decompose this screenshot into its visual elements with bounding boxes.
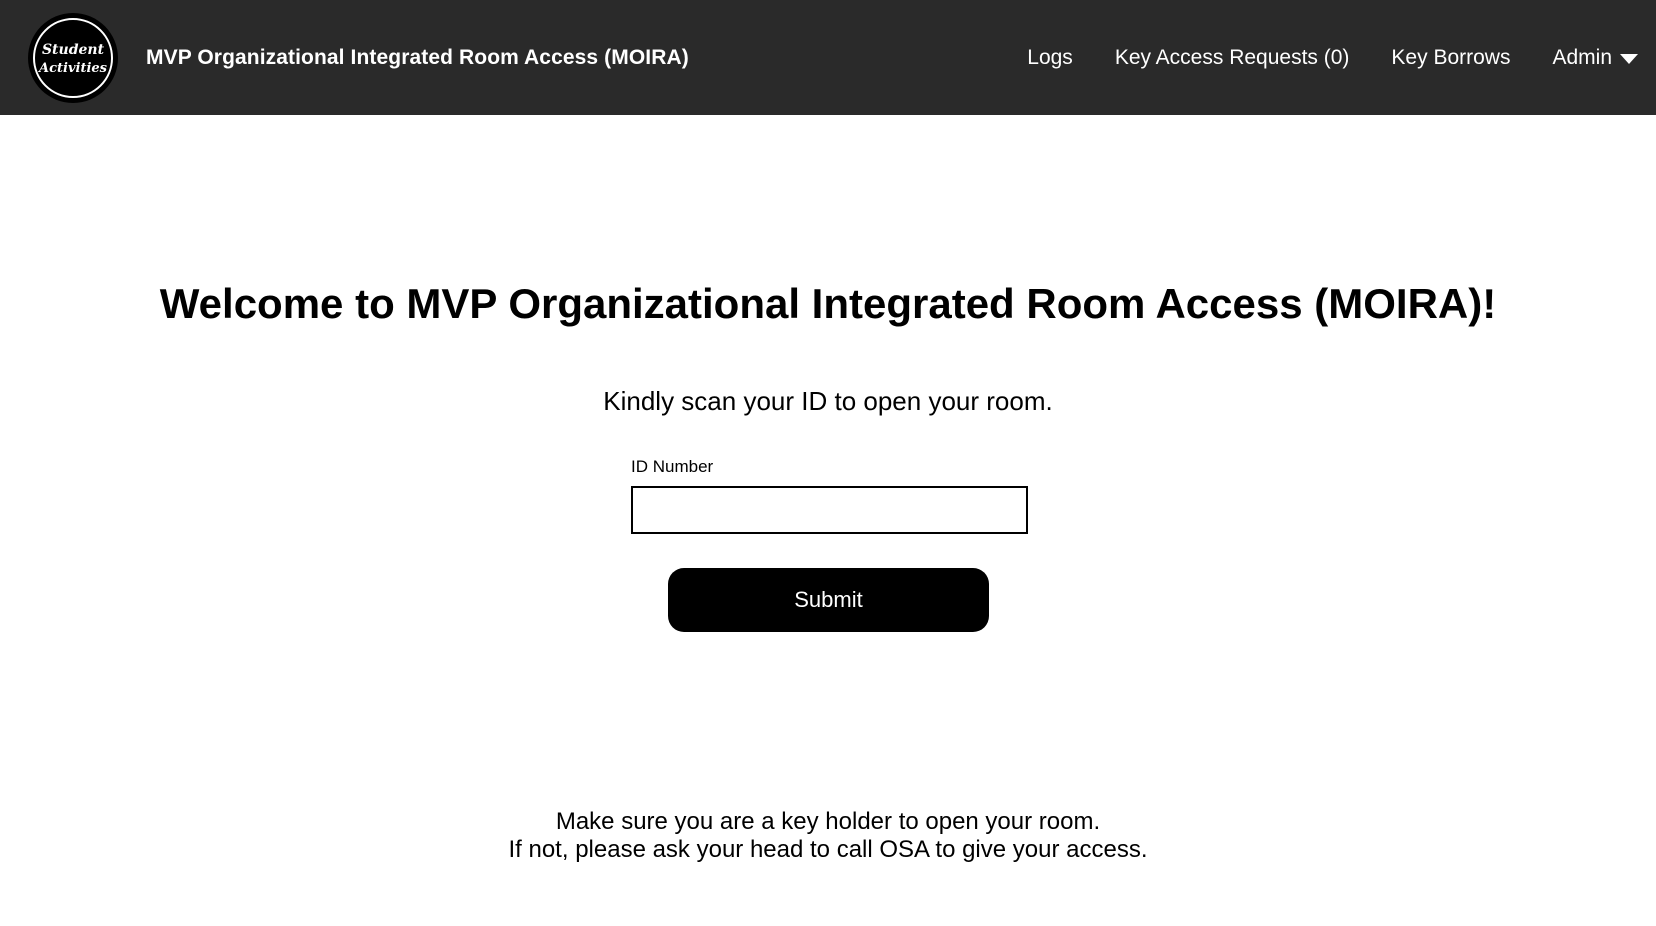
student-activities-logo[interactable]: Student Activities xyxy=(28,12,118,103)
main-content: Welcome to MVP Organizational Integrated… xyxy=(0,115,1656,926)
nav-admin-dropdown[interactable]: Admin xyxy=(1552,46,1638,70)
key-holder-note: Make sure you are a key holder to open y… xyxy=(0,808,1656,864)
id-number-label: ID Number xyxy=(631,457,714,476)
top-navbar: Student Activities MVP Organizational In… xyxy=(0,0,1656,115)
nav-links: Logs Key Access Requests (0) Key Borrows… xyxy=(1027,46,1638,70)
note-line-2: If not, please ask your head to call OSA… xyxy=(508,836,1148,863)
logo-wordmark: Student Activities xyxy=(37,42,108,76)
logo-text-line2: Activities xyxy=(37,61,108,76)
welcome-heading: Welcome to MVP Organizational Integrated… xyxy=(0,280,1656,328)
nav-key-access-requests[interactable]: Key Access Requests (0) xyxy=(1115,46,1350,70)
welcome-prefix: Welcome to xyxy=(159,280,407,327)
logo-ring: Student Activities xyxy=(33,17,113,98)
welcome-app-name: MVP Organizational Integrated Room Acces… xyxy=(406,280,1497,327)
note-line-1: Make sure you are a key holder to open y… xyxy=(555,808,1101,835)
id-number-input[interactable] xyxy=(631,486,1028,534)
nav-logs[interactable]: Logs xyxy=(1027,46,1073,70)
scan-instruction: Kindly scan your ID to open your room. xyxy=(603,386,1053,416)
app-title[interactable]: MVP Organizational Integrated Room Acces… xyxy=(146,46,689,70)
nav-key-borrows[interactable]: Key Borrows xyxy=(1391,46,1510,70)
submit-button[interactable]: Submit xyxy=(668,568,989,632)
logo-text-line1: Student xyxy=(42,42,105,58)
nav-admin-label: Admin xyxy=(1552,45,1612,69)
chevron-down-icon xyxy=(1620,53,1638,64)
